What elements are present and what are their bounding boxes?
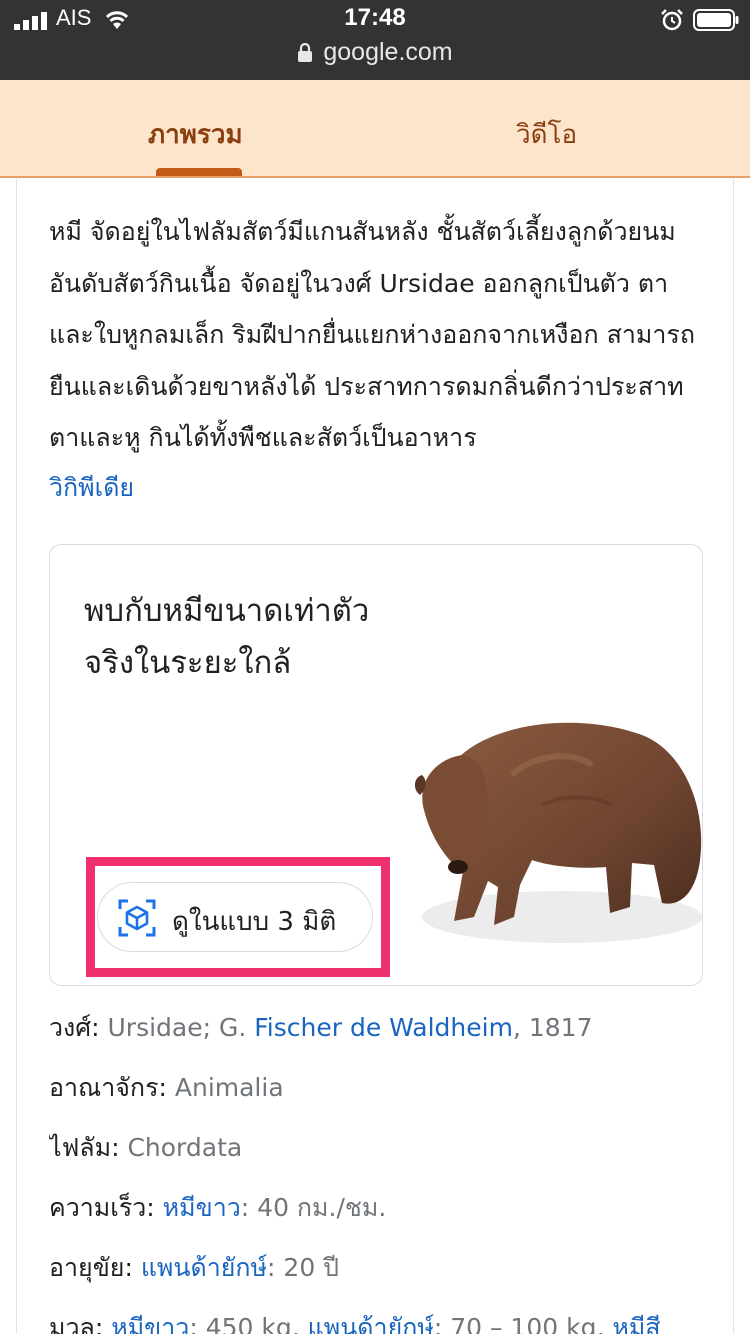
fact-link[interactable]: หมีขาว <box>155 1193 241 1222</box>
fact-link[interactable]: แพนด้ายักษ์ <box>133 1253 267 1282</box>
fact-link[interactable]: Fischer de Waldheim <box>254 1013 513 1042</box>
fact-link[interactable]: หมีขาว <box>103 1313 189 1334</box>
facts-list: วงศ์: Ursidae; G. Fischer de Waldheim, 1… <box>49 1006 719 1334</box>
fact-link[interactable]: หมีสี <box>612 1313 660 1334</box>
active-tab-indicator <box>156 168 242 176</box>
knowledge-panel: หมี จัดอยู่ในไฟลัมสัตว์มีแกนสันหลัง ชั้น… <box>16 178 734 1334</box>
wikipedia-link[interactable]: วิกิพีเดีย <box>49 468 134 508</box>
tab-bar: ภาพรวม วิดีโอ <box>0 80 750 178</box>
ar-card-title: พบกับหมีขนาดเท่าตัวจริงในระยะใกล้ <box>84 593 370 681</box>
fact-value: Ursidae; G. <box>99 1013 255 1042</box>
fact-kingdom: อาณาจักร: Animalia <box>49 1066 719 1126</box>
alarm-icon <box>661 9 683 31</box>
fact-label: อาณาจักร: <box>49 1073 167 1102</box>
view-in-3d-button[interactable]: ดูในแบบ 3 มิติ <box>97 882 373 952</box>
fact-value: Animalia <box>166 1073 284 1102</box>
fact-link[interactable]: แพนด้ายักษ์ <box>308 1313 434 1334</box>
fact-label: ความเร็ว: <box>49 1193 155 1222</box>
fact-label: วงศ์: <box>49 1013 100 1042</box>
url-text: google.com <box>323 38 453 66</box>
view-in-3d-label: ดูในแบบ 3 มิติ <box>172 907 337 937</box>
fact-mass: มวล: หมีขาว: 450 kg, แพนด้ายักษ์: 70 – 1… <box>49 1306 719 1334</box>
tab-video[interactable]: วิดีโอ <box>516 114 577 155</box>
battery-icon <box>693 9 739 31</box>
fact-value: : 450 kg, <box>189 1313 308 1334</box>
fact-lifespan: อายุขัย: แพนด้ายักษ์: 20 ปี <box>49 1246 719 1306</box>
lock-icon <box>298 42 313 62</box>
clock: 17:48 <box>344 4 406 31</box>
description-text: หมี จัดอยู่ในไฟลัมสัตว์มีแกนสันหลัง ชั้น… <box>49 217 695 452</box>
ar-view-card[interactable]: พบกับหมีขนาดเท่าตัวจริงในระยะใกล้ ดูในแบ… <box>49 544 703 986</box>
fact-family: วงศ์: Ursidae; G. Fischer de Waldheim, 1… <box>49 1006 719 1066</box>
fact-label: อายุขัย: <box>49 1253 133 1282</box>
fact-label: มวล: <box>49 1313 104 1334</box>
fact-value: : 20 ปี <box>267 1253 340 1282</box>
fact-speed: ความเร็ว: หมีขาว: 40 กม./ชม. <box>49 1186 719 1246</box>
status-bar: AIS 17:48 google.com <box>0 0 750 80</box>
bear-image <box>414 722 702 943</box>
3d-cube-icon <box>118 899 156 937</box>
fact-value: : 70 – 100 kg, <box>433 1313 613 1334</box>
fact-phylum: ไฟลัม: Chordata <box>49 1126 719 1186</box>
fact-value: : 40 กม./ชม. <box>240 1193 387 1222</box>
fact-label: ไฟลัม: <box>49 1133 120 1162</box>
tab-overview[interactable]: ภาพรวม <box>148 114 243 155</box>
fact-value: , 1817 <box>512 1013 593 1042</box>
address-bar[interactable]: google.com <box>0 38 750 67</box>
fact-value: Chordata <box>119 1133 243 1162</box>
